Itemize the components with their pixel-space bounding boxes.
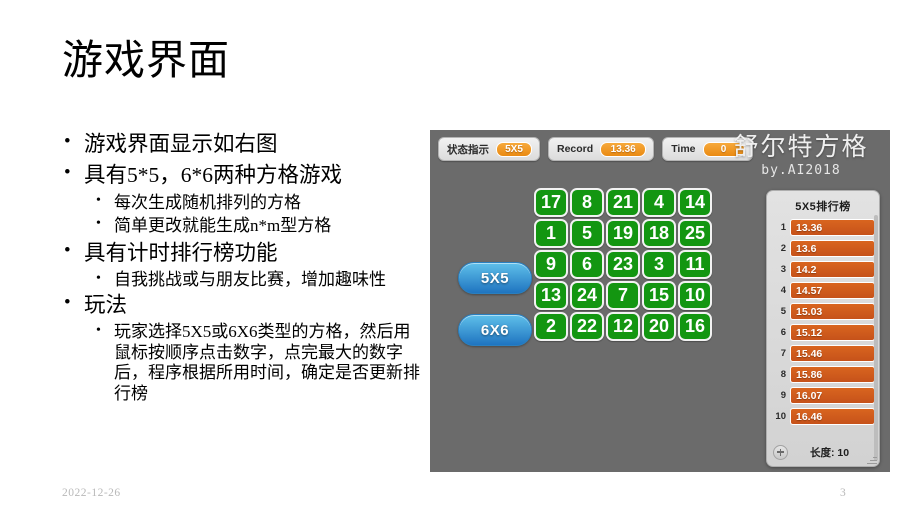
bullet-list: 游戏界面显示如右图 具有5*5，6*6两种方格游戏 每次生成随机排列的方格 简单… xyxy=(62,129,422,405)
grid-cell[interactable]: 16 xyxy=(678,312,712,341)
leaderboard-rank: 5 xyxy=(780,306,786,317)
grid-cell[interactable]: 8 xyxy=(570,188,604,217)
record-panel: Record 13.36 xyxy=(548,137,655,161)
grid-cell[interactable]: 2 xyxy=(534,312,568,341)
list-item[interactable]: 10 16.46 xyxy=(771,407,875,426)
leaderboard-time: 15.86 xyxy=(790,366,875,383)
timer-label: Time xyxy=(671,143,696,155)
status-indicator-label: 状态指示 xyxy=(447,143,489,156)
leaderboard-rank: 7 xyxy=(780,348,786,359)
leaderboard-length-label: 长度: 10 xyxy=(809,446,850,459)
game-brand-author: by.AI2018 xyxy=(761,162,841,178)
record-label: Record xyxy=(557,143,594,155)
grid-cell[interactable]: 7 xyxy=(606,281,640,310)
footer-date: 2022-12-26 xyxy=(62,487,121,499)
leaderboard-panel: 5X5排行榜 1 13.36 2 13.6 3 14.2 4 14.57 5 1… xyxy=(766,190,880,467)
leaderboard-time: 15.03 xyxy=(790,303,875,320)
list-item[interactable]: 3 14.2 xyxy=(771,260,875,279)
status-indicator-panel: 状态指示 5X5 xyxy=(438,137,540,161)
list-item[interactable]: 4 14.57 xyxy=(771,281,875,300)
list-item: 每次生成随机排列的方格 xyxy=(62,191,422,214)
grid-cell[interactable]: 18 xyxy=(642,219,676,248)
leaderboard-rank: 9 xyxy=(780,390,786,401)
status-badge: 5X5 xyxy=(496,141,532,157)
grid-cell[interactable]: 10 xyxy=(678,281,712,310)
leaderboard-rank: 3 xyxy=(780,264,786,275)
grid-cell[interactable]: 6 xyxy=(570,250,604,279)
plus-icon[interactable] xyxy=(773,444,788,460)
page-title: 游戏界面 xyxy=(62,37,230,83)
grid-cell[interactable]: 12 xyxy=(606,312,640,341)
grid-cell[interactable]: 25 xyxy=(678,219,712,248)
leaderboard-footer: 长度: 10 xyxy=(767,438,879,466)
list-item[interactable]: 7 15.46 xyxy=(771,344,875,363)
list-item[interactable]: 1 13.36 xyxy=(771,218,875,237)
grid-cell[interactable]: 22 xyxy=(570,312,604,341)
list-item[interactable]: 2 13.6 xyxy=(771,239,875,258)
grid-cell[interactable]: 5 xyxy=(570,219,604,248)
grid-cell[interactable]: 11 xyxy=(678,250,712,279)
leaderboard-rank: 8 xyxy=(780,369,786,380)
list-item[interactable]: 5 15.03 xyxy=(771,302,875,321)
list-item[interactable]: 6 15.12 xyxy=(771,323,875,342)
list-item: 玩法 xyxy=(62,290,422,320)
list-item: 玩家选择5X5或6X6类型的方格，然后用鼠标按顺序点击数字，点完最大的数字后，程… xyxy=(62,321,422,404)
slide: 游戏界面 游戏界面显示如右图 具有5*5，6*6两种方格游戏 每次生成随机排列的… xyxy=(0,0,920,518)
mode-button-6x6[interactable]: 6X6 xyxy=(458,314,532,346)
grid-cell[interactable]: 4 xyxy=(642,188,676,217)
list-item[interactable]: 9 16.07 xyxy=(771,386,875,405)
grid-cell[interactable]: 1 xyxy=(534,219,568,248)
leaderboard-time: 15.46 xyxy=(790,345,875,362)
game-screenshot: 状态指示 5X5 Record 13.36 Time 0 舒尔特方格 by.AI… xyxy=(430,130,890,472)
mode-button-group: 5X5 6X6 xyxy=(458,262,532,346)
status-bar: 状态指示 5X5 Record 13.36 Time 0 xyxy=(438,137,753,161)
grid-cell[interactable]: 21 xyxy=(606,188,640,217)
leaderboard-scrollbar[interactable] xyxy=(874,215,878,461)
leaderboard-time: 15.12 xyxy=(790,324,875,341)
list-item: 游戏界面显示如右图 xyxy=(62,129,422,159)
number-grid: 17 8 21 4 14 1 5 19 18 25 9 6 23 3 11 13… xyxy=(534,188,712,341)
grid-cell[interactable]: 15 xyxy=(642,281,676,310)
grid-cell[interactable]: 3 xyxy=(642,250,676,279)
leaderboard-rank: 2 xyxy=(780,243,786,254)
grid-cell[interactable]: 13 xyxy=(534,281,568,310)
list-item: 自我挑战或与朋友比赛，增加趣味性 xyxy=(62,269,422,290)
leaderboard-list: 1 13.36 2 13.6 3 14.2 4 14.57 5 15.03 6 … xyxy=(767,218,879,426)
resize-grip-icon[interactable] xyxy=(867,454,877,464)
leaderboard-time: 16.07 xyxy=(790,387,875,404)
leaderboard-rank: 10 xyxy=(775,411,786,422)
leaderboard-time: 14.57 xyxy=(790,282,875,299)
leaderboard-time: 13.6 xyxy=(790,240,875,257)
grid-cell[interactable]: 17 xyxy=(534,188,568,217)
timer-value: 0 xyxy=(702,141,745,157)
grid-cell[interactable]: 20 xyxy=(642,312,676,341)
leaderboard-rank: 6 xyxy=(780,327,786,338)
leaderboard-rank: 4 xyxy=(780,285,786,296)
mode-button-5x5[interactable]: 5X5 xyxy=(458,262,532,294)
leaderboard-time: 13.36 xyxy=(790,219,875,236)
leaderboard-time: 14.2 xyxy=(790,261,875,278)
record-value: 13.36 xyxy=(600,141,647,157)
grid-cell[interactable]: 14 xyxy=(678,188,712,217)
timer-panel: Time 0 xyxy=(662,137,753,161)
grid-cell[interactable]: 9 xyxy=(534,250,568,279)
list-item[interactable]: 8 15.86 xyxy=(771,365,875,384)
leaderboard-title: 5X5排行榜 xyxy=(795,201,851,213)
list-item: 具有计时排行榜功能 xyxy=(62,238,422,268)
grid-cell[interactable]: 19 xyxy=(606,219,640,248)
leaderboard-time: 16.46 xyxy=(790,408,875,425)
list-item: 具有5*5，6*6两种方格游戏 xyxy=(62,160,422,190)
footer-page-number: 3 xyxy=(840,487,846,499)
grid-cell[interactable]: 23 xyxy=(606,250,640,279)
grid-cell[interactable]: 24 xyxy=(570,281,604,310)
leaderboard-rank: 1 xyxy=(780,222,786,233)
list-item: 简单更改就能生成n*m型方格 xyxy=(62,214,422,237)
